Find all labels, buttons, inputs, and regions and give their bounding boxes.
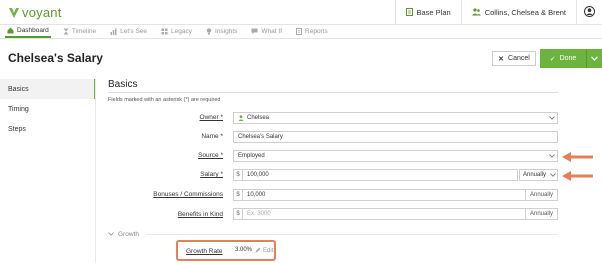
nav-label: Timeline bbox=[71, 28, 97, 35]
nav-label: Reports bbox=[305, 28, 328, 35]
nav-insights[interactable]: Insights bbox=[204, 25, 239, 38]
chart-icon bbox=[110, 28, 117, 35]
chevron-down-icon bbox=[547, 154, 557, 158]
growth-edit-link[interactable]: Edit bbox=[255, 247, 273, 255]
nav-timeline[interactable]: Timeline bbox=[61, 25, 98, 38]
growth-rate-label: Growth Rate bbox=[186, 248, 223, 255]
benefits-frequency: Annually bbox=[524, 209, 557, 219]
annotation-arrow-icon bbox=[561, 151, 594, 165]
nav-label: Insights bbox=[215, 28, 238, 35]
nav-label: What If bbox=[261, 28, 283, 35]
currency-prefix: $ bbox=[234, 190, 243, 200]
document-icon bbox=[405, 7, 413, 18]
main-nav: Dashboard Timeline Let's See Legacy Insi… bbox=[0, 25, 602, 39]
growth-toggle-label: Growth bbox=[118, 231, 139, 238]
sidebar-item-timing[interactable]: Timing bbox=[0, 99, 96, 119]
chevron-down-icon bbox=[547, 116, 557, 120]
source-select[interactable]: Employed bbox=[233, 150, 558, 162]
bonuses-label: Bonuses / Commissions bbox=[153, 191, 223, 198]
chevron-down-icon bbox=[591, 54, 598, 63]
user-menu-button[interactable] bbox=[576, 0, 602, 25]
section-divider bbox=[108, 92, 558, 93]
owner-value: Chelsea bbox=[247, 115, 270, 121]
pencil-icon bbox=[255, 247, 261, 255]
section-title: Basics bbox=[108, 79, 138, 90]
benefits-placeholder: Ex. 3000 bbox=[247, 211, 271, 217]
salary-frequency-value: Annually bbox=[523, 172, 547, 178]
name-label: Name * bbox=[201, 133, 223, 140]
bonuses-value: 10,000 bbox=[247, 192, 266, 198]
cancel-button[interactable]: ✕ Cancel bbox=[492, 51, 536, 66]
check-icon: ✓ bbox=[549, 55, 556, 63]
benefits-label: Benefits in Kind bbox=[177, 211, 223, 218]
done-label: Done bbox=[559, 55, 577, 62]
done-button[interactable]: ✓ Done bbox=[540, 49, 586, 68]
hourglass-icon bbox=[63, 28, 69, 35]
chat-icon bbox=[251, 28, 258, 35]
growth-divider bbox=[146, 234, 558, 235]
nav-dashboard[interactable]: Dashboard bbox=[5, 25, 51, 38]
name-input[interactable]: Chelsea's Salary bbox=[233, 131, 558, 143]
lightbulb-icon bbox=[206, 28, 212, 35]
report-icon bbox=[296, 28, 303, 35]
currency-prefix: $ bbox=[234, 170, 243, 180]
voyant-logo-icon bbox=[8, 6, 20, 20]
owner-select[interactable]: Chelsea bbox=[233, 112, 558, 124]
growth-rate-value: 3.00% bbox=[235, 247, 253, 253]
growth-section-toggle[interactable]: Growth bbox=[108, 231, 139, 238]
people-icon bbox=[471, 7, 481, 18]
source-label: Source * bbox=[198, 152, 223, 159]
person-icon bbox=[238, 115, 244, 121]
salary-input[interactable]: $ 100,000 bbox=[233, 169, 518, 181]
user-circle-icon bbox=[584, 6, 595, 19]
currency-prefix: $ bbox=[234, 209, 243, 219]
sidebar-divider bbox=[95, 79, 96, 263]
sidebar-item-basics[interactable]: Basics bbox=[0, 79, 96, 99]
home-icon bbox=[7, 27, 14, 34]
nav-label: Dashboard bbox=[17, 27, 49, 34]
top-bar: voyant Base Plan Collins, Chelsea & Bren… bbox=[0, 0, 602, 25]
base-plan-selector[interactable]: Base Plan bbox=[394, 0, 461, 25]
annotation-arrow-icon bbox=[561, 170, 594, 184]
bonuses-input[interactable]: $ 10,000 Annually bbox=[233, 189, 558, 201]
client-label: Collins, Chelsea & Brent bbox=[484, 8, 566, 17]
chevron-down-icon bbox=[108, 231, 114, 238]
salary-frequency-select[interactable]: Annually bbox=[519, 169, 558, 181]
nav-reports[interactable]: Reports bbox=[294, 25, 330, 38]
required-note: Fields marked with an asterisk (*) are r… bbox=[108, 97, 221, 103]
benefits-input[interactable]: $ Ex. 3000 Annually bbox=[233, 208, 558, 220]
nav-lets-see[interactable]: Let's See bbox=[108, 25, 149, 38]
cancel-label: Cancel bbox=[508, 55, 530, 62]
done-dropdown-button[interactable] bbox=[586, 49, 602, 68]
nav-label: Let's See bbox=[120, 28, 148, 35]
logo-text: voyant bbox=[22, 5, 62, 20]
plan-label: Base Plan bbox=[416, 8, 451, 17]
logo[interactable]: voyant bbox=[8, 5, 62, 20]
owner-label: Owner * bbox=[199, 114, 223, 121]
source-value: Employed bbox=[238, 153, 265, 159]
close-icon: ✕ bbox=[498, 55, 505, 63]
nav-what-if[interactable]: What If bbox=[249, 25, 284, 38]
nav-label: Legacy bbox=[171, 28, 193, 35]
name-value: Chelsea's Salary bbox=[238, 134, 283, 140]
grid-icon bbox=[161, 28, 168, 35]
chevron-down-icon bbox=[548, 173, 557, 177]
page-title: Chelsea's Salary bbox=[8, 51, 103, 65]
salary-label: Salary * bbox=[200, 171, 223, 178]
bonuses-frequency: Annually bbox=[524, 190, 557, 200]
sidebar-item-steps[interactable]: Steps bbox=[0, 119, 96, 139]
client-selector[interactable]: Collins, Chelsea & Brent bbox=[460, 0, 576, 25]
salary-value: 100,000 bbox=[247, 172, 269, 178]
nav-legacy[interactable]: Legacy bbox=[159, 25, 194, 38]
edit-label: Edit bbox=[263, 248, 274, 254]
section-sidebar: Basics Timing Steps bbox=[0, 79, 96, 139]
